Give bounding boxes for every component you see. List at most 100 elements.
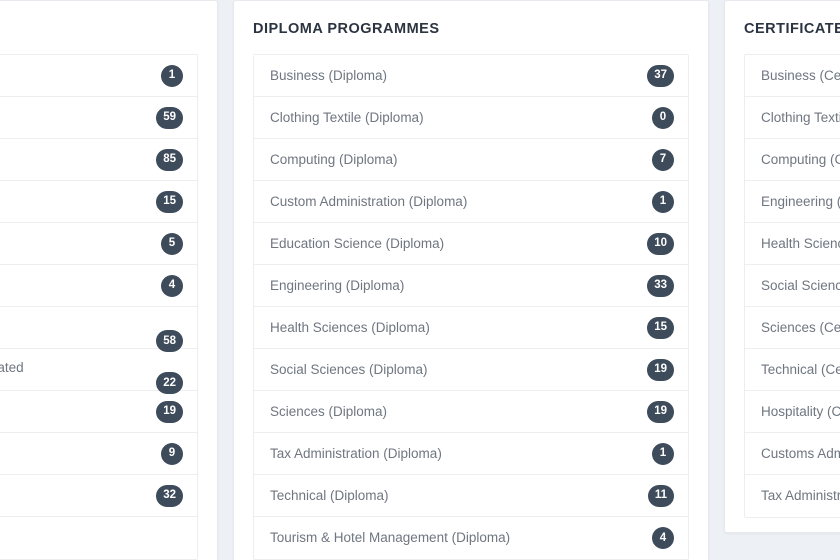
count-badge: 1 xyxy=(161,64,183,87)
list-item-label: Clothing Textile (Certificate) xyxy=(761,109,840,125)
count-badge: 58 xyxy=(156,330,183,353)
diploma-programmes-card: DIPLOMA PROGRAMMES Business (Diploma) 37… xyxy=(233,0,709,560)
list-item-label: Engineering (Diploma) xyxy=(270,277,405,293)
list-item-label: Law, Legal & Related xyxy=(0,277,161,295)
count-badge: 19 xyxy=(156,400,183,423)
list-item[interactable]: Computing (Diploma) 7 xyxy=(254,139,688,182)
list-item[interactable]: Technical (Diploma) 11 xyxy=(254,475,688,518)
count-badge: 19 xyxy=(647,400,674,423)
list-item-label: Engineering, Technology & Related xyxy=(0,317,156,335)
list-item[interactable]: Business (Certificate) xyxy=(745,55,840,98)
list-item[interactable]: Statistics, Economics & Related xyxy=(0,517,197,560)
list-item[interactable]: Tax Administration (Certificate) xyxy=(745,475,840,518)
count-badge: 0 xyxy=(652,106,674,129)
list-item[interactable]: Teaching & Education 5 xyxy=(0,223,197,266)
list-item[interactable]: Engineering (Diploma) 33 xyxy=(254,265,688,308)
list-item[interactable]: Education Science (Diploma) 10 xyxy=(254,223,688,266)
list-item[interactable]: Health Sciences (Diploma) 15 xyxy=(254,307,688,350)
degree-programmes-title: DEGREE PROGRAMMES xyxy=(0,1,217,38)
list-item-label: Architecture, Design, Planning & Related xyxy=(0,360,24,376)
list-item-label: Clothing Textile (Diploma) xyxy=(270,109,424,125)
list-item-label: Customs Administration (Certificate) xyxy=(761,445,840,461)
list-item-label: Business & Related xyxy=(0,151,156,169)
dashboard-viewport: DEGREE PROGRAMMES Agriculture & Related … xyxy=(0,0,840,560)
list-item[interactable]: Business & Related 85 xyxy=(0,139,197,182)
programme-cards-row: DEGREE PROGRAMMES Agriculture & Related … xyxy=(0,0,840,560)
count-badge: 22 xyxy=(156,372,183,395)
list-item[interactable]: Health Sciences (Certificate) xyxy=(745,223,840,266)
list-item-label: Tourism & Hotel Management (Diploma) xyxy=(270,530,511,546)
list-item[interactable]: Sciences (Certificate) xyxy=(745,307,840,350)
count-badge: 1 xyxy=(652,190,674,213)
list-item-label: Engineering (Certificate) xyxy=(761,193,840,209)
certificate-programmes-list: Business (Certificate) Clothing Textile … xyxy=(744,54,840,519)
list-item-label: Computing (Certificate) xyxy=(761,151,840,167)
list-item[interactable]: Tax Administration (Diploma) 1 xyxy=(254,433,688,476)
list-item-label: Health Sciences (Certificate) xyxy=(761,235,840,251)
degree-programmes-card: DEGREE PROGRAMMES Agriculture & Related … xyxy=(0,0,218,560)
list-item[interactable]: Business (Diploma) 37 xyxy=(254,55,688,98)
list-item[interactable]: Tourism & Hotel Management (Diploma) 4 xyxy=(254,517,688,560)
list-item[interactable]: Computing (Certificate) xyxy=(745,139,840,182)
count-badge: 5 xyxy=(161,232,183,255)
list-item-label: Tax Administration (Certificate) xyxy=(761,488,840,504)
count-badge: 33 xyxy=(647,274,674,297)
certificate-programmes-title: CERTIFICATE PROGRAMMES xyxy=(744,21,840,37)
diploma-programmes-list: Business (Diploma) 37 Clothing Textile (… xyxy=(253,54,689,560)
list-item-label: Teaching & Education xyxy=(0,235,161,253)
list-item[interactable]: Clothing Textile (Certificate) xyxy=(745,97,840,140)
list-item[interactable]: Computing, IT & Related 19 xyxy=(0,391,197,434)
list-item-label: Social Sciences (Diploma) xyxy=(270,361,428,377)
degree-programmes-list: Agriculture & Related 1 Art, Culture & R… xyxy=(0,54,198,560)
count-badge: 1 xyxy=(652,442,674,465)
list-item[interactable]: Engineering (Certificate) xyxy=(745,181,840,224)
list-item-label: Tax Administration (Diploma) xyxy=(270,445,442,461)
list-item-label: Computing, IT & Related xyxy=(0,403,156,421)
list-item[interactable]: Sciences (Diploma) 19 xyxy=(254,391,688,434)
diploma-programmes-title: DIPLOMA PROGRAMMES xyxy=(253,21,440,37)
list-item[interactable]: Engineering, Technology & Related 58 xyxy=(0,307,197,353)
list-item-label: Social Sciences (Certificate) xyxy=(761,277,840,293)
count-badge: 19 xyxy=(647,358,674,381)
list-item[interactable]: Health, Medicine & Related 15 xyxy=(0,181,197,224)
list-item-label: Sciences & Related xyxy=(0,487,156,505)
list-item[interactable]: Social Sciences (Certificate) xyxy=(745,265,840,308)
list-item[interactable]: Law, Legal & Related 4 xyxy=(0,265,197,308)
list-item-label: Health Sciences (Diploma) xyxy=(270,319,430,335)
list-item[interactable]: Custom Administration (Diploma) 1 xyxy=(254,181,688,224)
list-item[interactable]: Technical (Certificate) xyxy=(745,349,840,392)
list-item[interactable]: Art, Culture & Related 59 xyxy=(0,97,197,140)
list-item-label: Sciences (Diploma) xyxy=(270,403,388,419)
list-item-label: Education Science (Diploma) xyxy=(270,235,445,251)
list-item-label: Art, Culture & Related xyxy=(0,109,156,127)
count-badge: 85 xyxy=(156,148,183,171)
count-badge: 4 xyxy=(652,527,674,550)
list-item-label: Custom Administration (Diploma) xyxy=(270,193,468,209)
list-item-label: Technical (Certificate) xyxy=(761,361,840,377)
list-item[interactable]: Social Sciences (Diploma) 19 xyxy=(254,349,688,392)
count-badge: 10 xyxy=(647,232,674,255)
count-badge: 4 xyxy=(161,274,183,297)
count-badge: 15 xyxy=(156,190,183,213)
list-item[interactable]: Architecture, Design, Planning & Related… xyxy=(0,349,197,395)
list-item-label: Agriculture & Related xyxy=(0,67,161,85)
list-item[interactable]: Hospitality (Certificate) xyxy=(745,391,840,434)
list-item-label: Sciences (Certificate) xyxy=(761,319,840,335)
list-item[interactable]: Agriculture & Related 1 xyxy=(0,55,197,98)
list-item[interactable]: Sciences & Related 32 xyxy=(0,475,197,518)
count-badge: 32 xyxy=(156,484,183,507)
count-badge: 11 xyxy=(647,484,674,507)
list-item-label: Health, Medicine & Related xyxy=(0,193,156,211)
list-item[interactable]: Clothing Textile (Diploma) 0 xyxy=(254,97,688,140)
list-item-label: Hospitality (Certificate) xyxy=(761,403,840,419)
count-badge: 7 xyxy=(652,148,674,171)
list-item-label: Statistics, Economics & Related xyxy=(0,529,183,547)
list-item[interactable]: Customs Administration (Certificate) xyxy=(745,433,840,476)
count-badge: 15 xyxy=(647,316,674,339)
count-badge: 9 xyxy=(161,442,183,465)
list-item-label: Technical (Diploma) xyxy=(270,487,389,503)
list-item-label: Hospitality, Business & Related xyxy=(0,445,161,463)
list-item[interactable]: Hospitality, Business & Related 9 xyxy=(0,433,197,476)
count-badge: 59 xyxy=(156,106,183,129)
list-item-label: Business (Certificate) xyxy=(761,67,840,83)
